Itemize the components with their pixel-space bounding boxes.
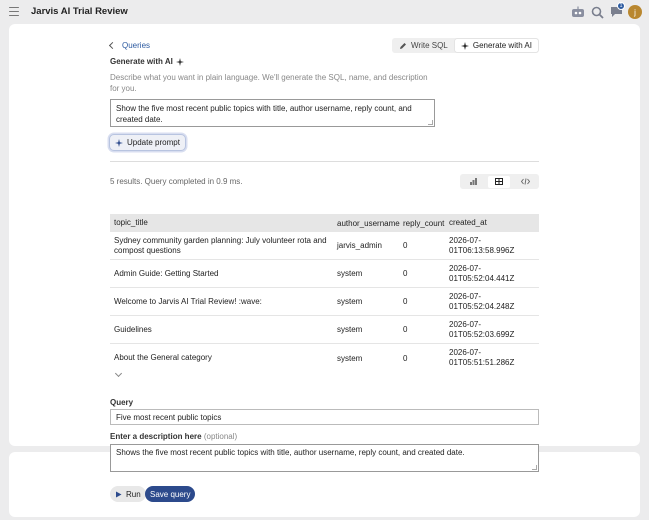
results-status: 5 results. Query completed in 0.9 ms. xyxy=(110,177,243,186)
table-row: About the General category system 0 2026… xyxy=(110,344,539,372)
cell-reply-count: 0 xyxy=(403,241,408,250)
generator-description: Describe what you want in plain language… xyxy=(110,73,428,93)
notification-badge: 1 xyxy=(617,2,625,10)
query-name-input[interactable]: Five most recent public topics xyxy=(110,409,539,425)
cell-created-at: 2026-07-01T05:52:04.248Z xyxy=(449,291,515,311)
code-icon xyxy=(520,178,530,185)
generator-title: Generate with AI xyxy=(110,57,184,66)
cell-reply-count: 0 xyxy=(403,297,408,306)
description-textarea[interactable]: Shows the five most recent public topics… xyxy=(110,444,539,472)
cell-author: jarvis_admin xyxy=(337,241,382,250)
table-row: Welcome to Jarvis AI Trial Review! :wave… xyxy=(110,288,539,316)
play-icon xyxy=(116,491,122,497)
run-label: Run xyxy=(126,489,141,499)
write-sql-label: Write SQL xyxy=(411,41,448,50)
search-icon[interactable] xyxy=(590,5,604,19)
table-row: Admin Guide: Getting Started system 0 20… xyxy=(110,260,539,288)
sparkle-icon xyxy=(175,57,184,66)
cell-topic-title: About the General category xyxy=(114,353,212,362)
back-to-queries-link[interactable]: Queries xyxy=(108,41,151,50)
hamburger-icon[interactable] xyxy=(9,7,19,16)
generate-ai-button[interactable]: Generate with AI xyxy=(454,39,538,52)
cell-topic-title: Welcome to Jarvis AI Trial Review! :wave… xyxy=(114,296,262,306)
cell-created-at: 2026-07-01T05:52:04.441Z xyxy=(449,263,515,283)
column-header[interactable]: topic_title xyxy=(110,218,333,228)
avatar[interactable]: j xyxy=(628,5,642,19)
cell-reply-count: 0 xyxy=(403,325,408,334)
table-view-button[interactable] xyxy=(488,175,511,188)
cell-author: system xyxy=(337,353,363,363)
cell-topic-title: Sydney community garden planning: July v… xyxy=(114,235,327,255)
back-link-label: Queries xyxy=(122,41,151,50)
write-sql-button[interactable]: Write SQL xyxy=(393,39,454,52)
chat-icon[interactable]: 1 xyxy=(609,2,625,19)
table-icon xyxy=(495,178,504,185)
prompt-value: Show the five most recent public topics … xyxy=(116,104,412,124)
robot-icon[interactable] xyxy=(571,5,585,19)
cell-reply-count: 0 xyxy=(403,269,408,278)
mode-toggle: Write SQL Generate with AI xyxy=(392,38,539,53)
column-header[interactable]: author_username xyxy=(333,219,400,228)
cell-created-at: 2026-07-01T05:52:03.699Z xyxy=(449,319,515,339)
generate-ai-label: Generate with AI xyxy=(472,41,532,50)
cell-reply-count: 0 xyxy=(403,353,408,363)
cell-topic-title: Guidelines xyxy=(114,324,152,334)
chevron-left-icon xyxy=(108,41,117,50)
result-view-toggle xyxy=(460,174,539,189)
resize-handle[interactable] xyxy=(428,120,433,125)
table-header: topic_title author_username reply_count … xyxy=(110,214,539,232)
divider xyxy=(110,161,539,162)
chart-view-button[interactable] xyxy=(463,176,485,188)
code-view-button[interactable] xyxy=(514,176,536,188)
run-button[interactable]: Run xyxy=(110,486,146,502)
sparkle-icon xyxy=(460,41,469,50)
pencil-icon xyxy=(400,42,406,49)
column-header[interactable]: reply_count xyxy=(399,219,445,228)
query-label: Query xyxy=(110,398,134,407)
save-query-button[interactable]: Save query xyxy=(145,486,196,502)
column-header[interactable]: created_at xyxy=(445,218,539,228)
table-row: Guidelines system 0 2026-07-01T05:52:03.… xyxy=(110,316,539,344)
prompt-textarea[interactable]: Show the five most recent public topics … xyxy=(110,99,435,127)
cell-created-at: 2026-07-01T06:13:58.996Z xyxy=(449,235,515,255)
table-row: Sydney community garden planning: July v… xyxy=(110,232,539,260)
sparkle-icon xyxy=(115,138,123,147)
update-prompt-label: Update prompt xyxy=(127,138,180,147)
cell-topic-title: Admin Guide: Getting Started xyxy=(114,268,219,278)
description-label: Enter a description here (optional) xyxy=(110,432,237,441)
bar-chart-icon xyxy=(470,178,478,185)
results-table: topic_title author_username reply_count … xyxy=(110,214,539,372)
generator-title-text: Generate with AI xyxy=(110,57,173,66)
cell-author: system xyxy=(337,297,363,306)
site-header: Jarvis AI Trial Review 1 j xyxy=(0,0,649,24)
header-icons: 1 j xyxy=(571,2,642,20)
cell-author: system xyxy=(337,269,363,278)
site-title[interactable]: Jarvis AI Trial Review xyxy=(31,6,128,17)
description-value: Shows the five most recent public topics… xyxy=(116,448,465,457)
optional-hint: (optional) xyxy=(203,432,238,441)
cell-author: system xyxy=(337,325,363,334)
cell-created-at: 2026-07-01T05:51:51.286Z xyxy=(449,348,515,367)
description-label-text: Enter a description here xyxy=(110,432,202,441)
resize-handle[interactable] xyxy=(532,465,537,470)
update-prompt-button[interactable]: Update prompt xyxy=(109,134,186,151)
